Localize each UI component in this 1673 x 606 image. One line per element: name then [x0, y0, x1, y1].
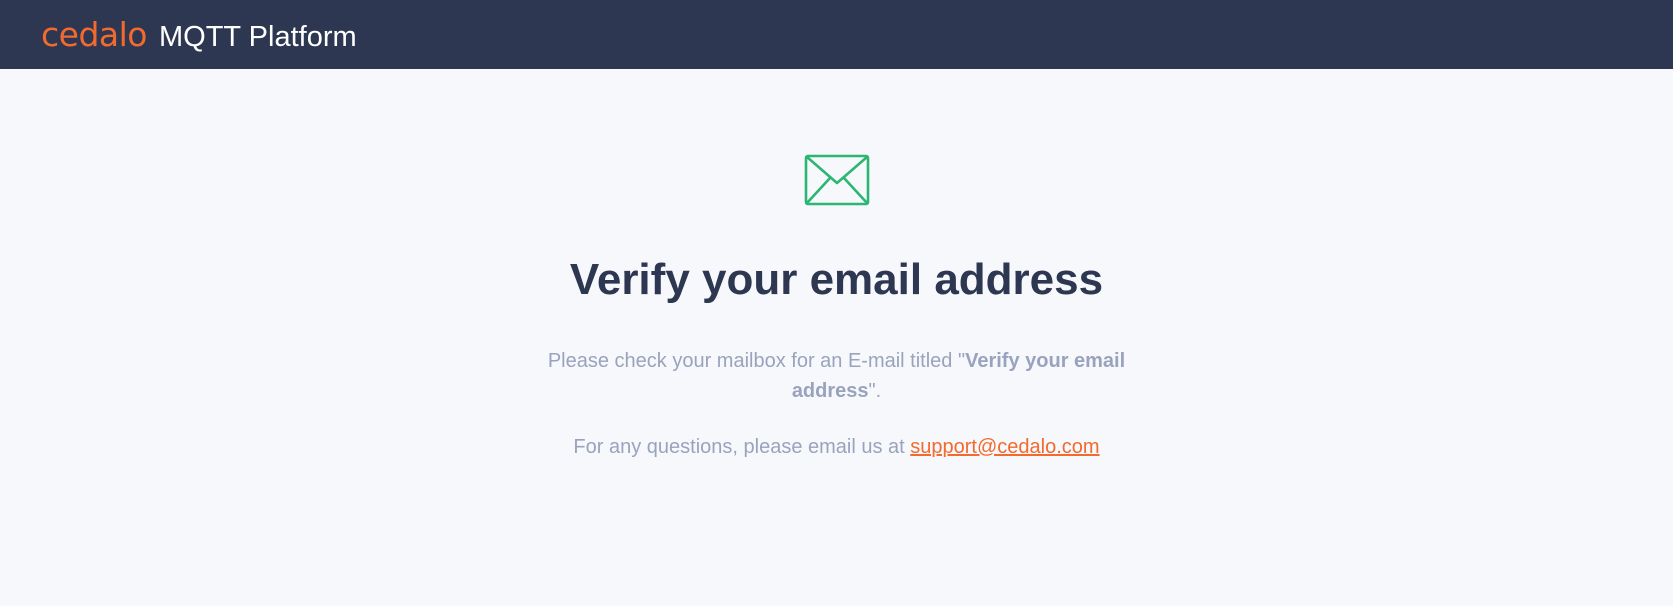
verification-panel: Verify your email address Please check y… — [0, 69, 1673, 606]
mail-envelope-icon — [804, 154, 870, 206]
instruction-text: Please check your mailbox for an E-mail … — [536, 346, 1137, 406]
cedalo-logo[interactable]: cedalo — [41, 15, 147, 54]
page-title: Verify your email address — [569, 255, 1104, 304]
contact-prefix: For any questions, please email us at — [573, 436, 911, 458]
brand[interactable]: cedalo MQTT Platform — [41, 15, 357, 54]
instruction-prefix: Please check your mailbox for an E-mail … — [547, 350, 966, 372]
support-email-link[interactable]: support@cedalo.com — [910, 436, 1099, 458]
instruction-suffix: ". — [868, 380, 882, 402]
contact-text: For any questions, please email us at su… — [536, 432, 1137, 462]
product-name: MQTT Platform — [158, 21, 357, 53]
top-header: cedalo MQTT Platform — [0, 0, 1673, 69]
